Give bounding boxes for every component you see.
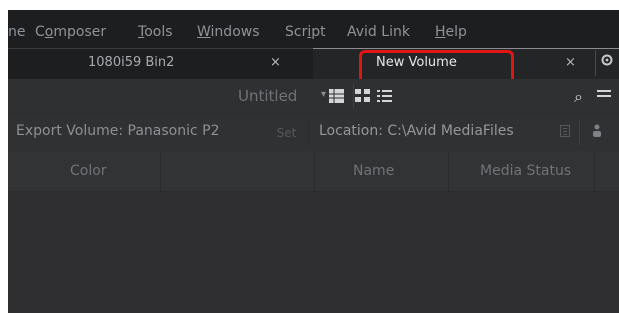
menu-item-label: Scr bbox=[285, 24, 308, 40]
menu-item-script[interactable]: Script bbox=[285, 24, 326, 40]
location-label: Location: C:\Avid MediaFiles bbox=[319, 123, 514, 139]
close-icon[interactable]: × bbox=[270, 55, 281, 70]
close-icon[interactable]: × bbox=[565, 55, 576, 70]
set-button[interactable]: Set bbox=[265, 120, 309, 146]
top-margin bbox=[8, 0, 619, 10]
menu-item-line[interactable]: ne bbox=[8, 24, 26, 40]
chevron-down-icon: ▾ bbox=[321, 89, 327, 100]
menu-item-label: mposer bbox=[53, 24, 107, 40]
tab-new-volume[interactable]: New Volume × bbox=[313, 48, 619, 79]
menu-item-label: indows bbox=[210, 24, 260, 40]
hamburger-menu-icon[interactable] bbox=[597, 90, 611, 102]
bin-view-name: Untitled bbox=[238, 87, 298, 105]
export-volume-label: Export Volume: Panasonic P2 bbox=[16, 123, 220, 139]
menu-item-avid-link[interactable]: Avid Link bbox=[347, 24, 410, 40]
menu-item-windows[interactable]: Windows bbox=[197, 24, 260, 40]
column-divider[interactable] bbox=[448, 151, 449, 191]
export-volume-bar: Export Volume: Panasonic P2 Set Location… bbox=[8, 115, 619, 152]
gear-icon-glyph bbox=[601, 54, 613, 66]
list-view-icon[interactable] bbox=[377, 89, 392, 103]
menu-item-mnemonic: W bbox=[197, 24, 211, 40]
menu-icon-line bbox=[597, 90, 611, 92]
menu-item-label: ools bbox=[144, 24, 173, 40]
person-icon[interactable] bbox=[592, 124, 602, 137]
toolbar-divider bbox=[579, 121, 580, 145]
bin-content-area[interactable] bbox=[8, 192, 619, 313]
gear-icon[interactable] bbox=[595, 50, 618, 76]
menu-item-composer[interactable]: Composer bbox=[35, 24, 106, 40]
avid-bin-window: ne Composer Tools Windows Script Avid Li… bbox=[8, 0, 619, 313]
script-view-icon[interactable] bbox=[355, 89, 370, 103]
tab-bar: 1080i59 Bin2 × New Volume × bbox=[8, 48, 619, 79]
column-headers: Color Name Media Status bbox=[8, 151, 619, 192]
menu-item-tools[interactable]: Tools bbox=[138, 24, 173, 40]
column-divider[interactable] bbox=[314, 151, 315, 191]
tab-label: 1080i59 Bin2 bbox=[88, 55, 175, 70]
column-header-color[interactable]: Color bbox=[70, 163, 107, 179]
column-header-name[interactable]: Name bbox=[353, 163, 394, 179]
search-icon[interactable]: ⌕ bbox=[574, 87, 583, 107]
folder-icon[interactable] bbox=[560, 125, 570, 137]
column-divider[interactable] bbox=[160, 151, 161, 191]
menu-bar: ne Composer Tools Windows Script Avid Li… bbox=[8, 10, 619, 48]
menu-item-label: Avid Link bbox=[347, 24, 410, 40]
column-header-media-status[interactable]: Media Status bbox=[480, 163, 571, 179]
menu-item-mnemonic: H bbox=[435, 24, 446, 40]
bin-view-selector[interactable]: Untitled ▾ bbox=[234, 84, 354, 108]
menu-item-label: pt bbox=[311, 24, 326, 40]
bin-toolbar: Untitled ▾ ⌕ bbox=[8, 79, 619, 116]
tab-label: New Volume bbox=[376, 55, 457, 70]
tab-1080i59-bin2[interactable]: 1080i59 Bin2 × bbox=[8, 48, 313, 79]
column-divider[interactable] bbox=[594, 151, 595, 191]
menu-icon-line bbox=[597, 95, 611, 97]
menu-item-help[interactable]: Help bbox=[435, 24, 467, 40]
frame-view-icon[interactable] bbox=[329, 89, 344, 103]
menu-item-label: elp bbox=[445, 24, 467, 40]
menu-item-label: C bbox=[35, 24, 45, 40]
menu-item-label: ne bbox=[8, 24, 26, 40]
